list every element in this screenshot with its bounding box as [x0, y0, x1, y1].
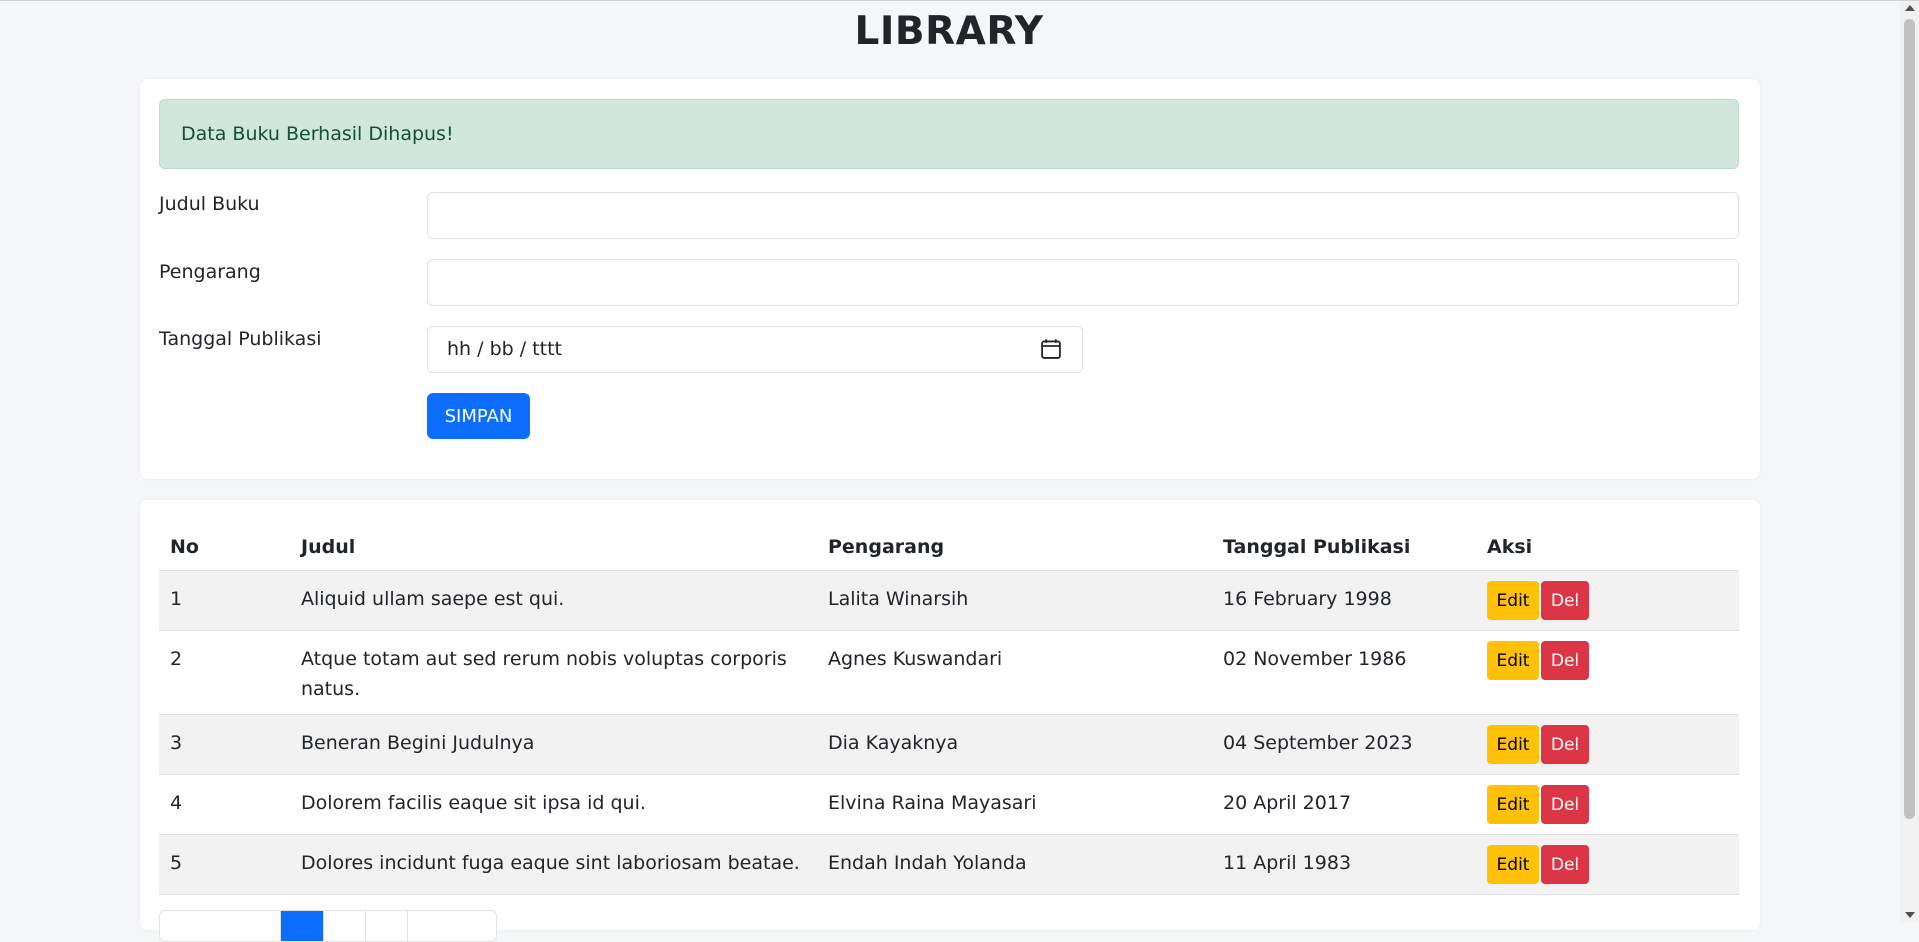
row-actions: Edit Del: [1476, 774, 1739, 835]
title-input[interactable]: [427, 192, 1739, 239]
table-row: 4 Dolorem facilis eaque sit ipsa id qui.…: [159, 774, 1739, 835]
delete-button[interactable]: Del: [1541, 845, 1589, 884]
row-actions: Edit Del: [1476, 570, 1739, 631]
row-author: Elvina Raina Mayasari: [817, 774, 1212, 835]
books-table: No Judul Pengarang Tanggal Publikasi Aks…: [159, 523, 1739, 895]
row-title: Beneran Begini Judulnya: [290, 714, 817, 775]
row-actions: Edit Del: [1476, 714, 1739, 775]
table-row: 1 Aliquid ullam saepe est qui. Lalita Wi…: [159, 570, 1739, 631]
save-button[interactable]: SIMPAN: [427, 393, 530, 439]
row-no: 1: [159, 570, 290, 631]
column-header-date: Tanggal Publikasi: [1212, 523, 1476, 571]
edit-button[interactable]: Edit: [1487, 581, 1539, 620]
row-no: 3: [159, 714, 290, 775]
row-no: 4: [159, 774, 290, 835]
pagination-page[interactable]: [366, 911, 408, 941]
table-row: 2 Atque totam aut sed rerum nobis volupt…: [159, 630, 1739, 715]
row-author: Dia Kayaknya: [817, 714, 1212, 775]
row-date: 04 September 2023: [1212, 714, 1476, 775]
pagination-next[interactable]: [408, 911, 496, 941]
row-title: Dolores incidunt fuga eaque sint laborio…: [290, 834, 817, 895]
row-actions: Edit Del: [1476, 630, 1739, 715]
author-input[interactable]: [427, 259, 1739, 306]
success-alert: Data Buku Berhasil Dihapus!: [159, 99, 1739, 169]
row-author: Lalita Winarsih: [817, 570, 1212, 631]
scrollbar-thumb[interactable]: [1904, 19, 1915, 819]
edit-button[interactable]: Edit: [1487, 725, 1539, 764]
table-header-row: No Judul Pengarang Tanggal Publikasi Aks…: [159, 523, 1739, 571]
delete-button[interactable]: Del: [1541, 581, 1589, 620]
row-actions: Edit Del: [1476, 834, 1739, 895]
edit-button[interactable]: Edit: [1487, 641, 1539, 680]
row-title: Aliquid ullam saepe est qui.: [290, 570, 817, 631]
row-date: 11 April 1983: [1212, 834, 1476, 895]
pagination-previous[interactable]: [160, 911, 281, 941]
row-date: 16 February 1998: [1212, 570, 1476, 631]
pagination-page[interactable]: [324, 911, 366, 941]
row-title: Dolorem facilis eaque sit ipsa id qui.: [290, 774, 817, 835]
date-placeholder: hh / bb / tttt: [447, 338, 562, 360]
form-card: Data Buku Berhasil Dihapus! Judul Buku P…: [140, 79, 1760, 479]
pagination-page-active[interactable]: [281, 911, 324, 941]
column-header-actions: Aksi: [1476, 523, 1739, 571]
delete-button[interactable]: Del: [1541, 641, 1589, 680]
vertical-scrollbar[interactable]: [1900, 1, 1919, 922]
table-card: No Judul Pengarang Tanggal Publikasi Aks…: [140, 500, 1760, 942]
column-header-author: Pengarang: [817, 523, 1212, 571]
edit-button[interactable]: Edit: [1487, 785, 1539, 824]
delete-button[interactable]: Del: [1541, 725, 1589, 764]
column-header-title: Judul: [290, 523, 817, 571]
scroll-down-arrow-icon[interactable]: [1905, 912, 1915, 918]
row-date: 02 November 1986: [1212, 630, 1476, 715]
edit-button[interactable]: Edit: [1487, 845, 1539, 884]
page-title: LIBRARY: [854, 9, 1044, 54]
author-label: Pengarang: [159, 261, 261, 283]
calendar-icon[interactable]: [1040, 338, 1062, 360]
table-row: 5 Dolores incidunt fuga eaque sint labor…: [159, 834, 1739, 895]
row-no: 2: [159, 630, 290, 715]
pagination: [159, 910, 497, 942]
scroll-up-arrow-icon[interactable]: [1905, 5, 1915, 11]
table-row: 3 Beneran Begini Judulnya Dia Kayaknya 0…: [159, 714, 1739, 775]
row-no: 5: [159, 834, 290, 895]
delete-button[interactable]: Del: [1541, 785, 1589, 824]
publication-date-input[interactable]: hh / bb / tttt: [427, 326, 1083, 373]
row-author: Agnes Kuswandari: [817, 630, 1212, 715]
row-date: 20 April 2017: [1212, 774, 1476, 835]
row-title: Atque totam aut sed rerum nobis voluptas…: [290, 630, 817, 715]
column-header-no: No: [159, 523, 290, 571]
title-label: Judul Buku: [159, 193, 260, 215]
row-author: Endah Indah Yolanda: [817, 834, 1212, 895]
date-label: Tanggal Publikasi: [159, 328, 322, 350]
